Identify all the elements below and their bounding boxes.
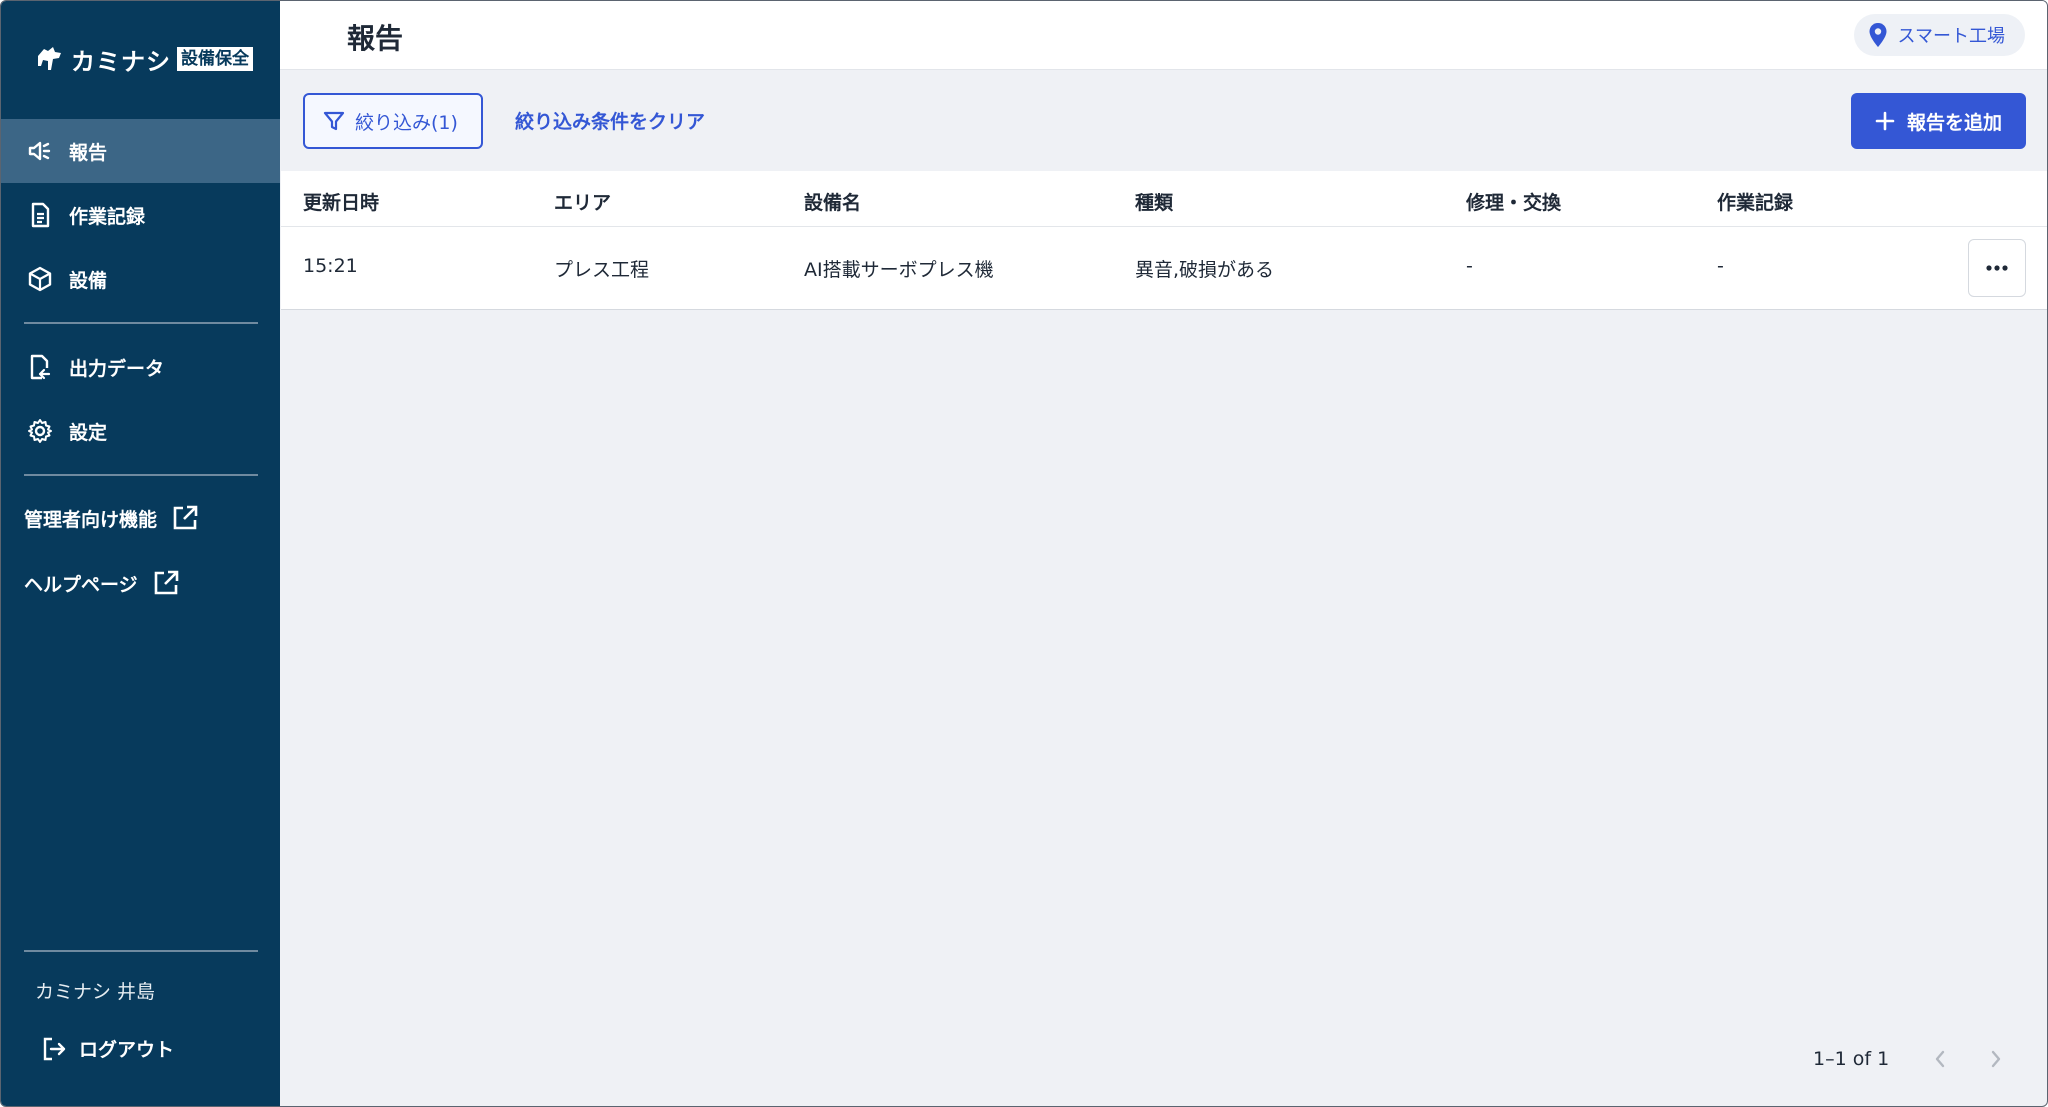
sidebar-item-equipment[interactable]: 設備 — [1, 247, 280, 311]
sidebar-divider — [24, 322, 258, 324]
previous-page-button[interactable] — [1926, 1045, 1954, 1073]
location-pin-icon — [1869, 23, 1887, 47]
external-link-icon — [173, 505, 198, 530]
filter-icon — [323, 111, 345, 131]
pagination-info: 1–1 of 1 — [1813, 1048, 1890, 1070]
more-horizontal-icon — [1986, 265, 2008, 271]
column-header-equipment-name[interactable]: 設備名 — [804, 188, 861, 215]
add-report-button-label: 報告を追加 — [1906, 111, 2002, 134]
current-user-name: カミナシ 井島 — [35, 981, 156, 1003]
sidebar-item-work-records[interactable]: 作業記録 — [1, 183, 280, 247]
location-selector[interactable]: スマート工場 — [1853, 14, 2025, 56]
cell-updated-at: 15:21 — [303, 255, 358, 277]
column-header-type[interactable]: 種類 — [1135, 188, 1173, 215]
filter-button[interactable]: 絞り込み(1) — [303, 93, 483, 149]
location-label: スマート工場 — [1897, 26, 2005, 47]
file-export-icon — [30, 354, 51, 380]
sidebar-item-settings[interactable]: 設定 — [1, 399, 280, 463]
filter-button-label: 絞り込み(1) — [355, 111, 458, 134]
logout-label: ログアウト — [79, 1039, 175, 1061]
brand-name: カミナシ — [71, 47, 171, 76]
page-title: 報告 — [347, 22, 404, 55]
chevron-left-icon — [1935, 1050, 1945, 1068]
column-header-area[interactable]: エリア — [554, 188, 611, 215]
cell-area: プレス工程 — [554, 259, 650, 281]
sidebar-link-label: 管理者向け機能 — [24, 508, 158, 531]
logout-button[interactable]: ログアウト — [41, 1035, 174, 1062]
table-header-row: 更新日時 エリア 設備名 種類 修理・交換 作業記録 — [281, 171, 2047, 227]
reports-table: 更新日時 エリア 設備名 種類 修理・交換 作業記録 15:21 プレス工程 A… — [281, 171, 2047, 310]
cell-equipment-name: AI搭載サーボプレス機 — [804, 259, 994, 281]
document-icon — [31, 202, 50, 228]
column-header-updated-at[interactable]: 更新日時 — [303, 188, 379, 215]
sidebar-item-label: 設備 — [69, 269, 108, 292]
sidebar-item-label: 作業記録 — [69, 205, 146, 228]
next-page-button[interactable] — [1982, 1045, 2010, 1073]
top-header: 報告 スマート工場 — [280, 1, 2047, 70]
horse-logo-icon — [38, 47, 61, 70]
cell-type: 異音,破損がある — [1135, 259, 1275, 281]
sidebar-item-export-data[interactable]: 出力データ — [1, 335, 280, 399]
sidebar-link-help-page[interactable]: ヘルプページ — [24, 569, 180, 597]
sidebar-link-admin-features[interactable]: 管理者向け機能 — [24, 504, 199, 532]
sidebar-item-reports[interactable]: 報告 — [1, 119, 280, 183]
plus-icon — [1875, 111, 1895, 131]
sidebar-divider — [24, 474, 258, 476]
cell-work-record: - — [1717, 255, 1724, 277]
app-window: カミナシ 設備保全 報告 作業記録 設備 出力データ 設定 管理者向け機能 ヘル… — [0, 0, 2048, 1107]
gear-icon — [28, 419, 52, 443]
row-more-actions-button[interactable] — [1968, 239, 2026, 297]
column-header-work-record[interactable]: 作業記録 — [1717, 188, 1793, 215]
megaphone-icon — [28, 141, 51, 161]
logout-icon — [43, 1037, 66, 1060]
sidebar-item-label: 設定 — [69, 421, 108, 444]
brand-logo[interactable]: カミナシ 設備保全 — [35, 41, 253, 77]
cell-repair-replace: - — [1466, 255, 1473, 277]
sidebar-item-label: 出力データ — [69, 357, 165, 380]
external-link-icon — [154, 570, 178, 595]
cube-icon — [28, 266, 52, 292]
sidebar-link-label: ヘルプページ — [24, 573, 138, 596]
brand-product-tag: 設備保全 — [177, 47, 253, 71]
sidebar-item-label: 報告 — [69, 141, 108, 164]
sidebar: カミナシ 設備保全 報告 作業記録 設備 出力データ 設定 管理者向け機能 ヘル… — [1, 1, 280, 1106]
chevron-right-icon — [1991, 1050, 2001, 1068]
column-header-repair-replace[interactable]: 修理・交換 — [1466, 188, 1561, 215]
add-report-button[interactable]: 報告を追加 — [1851, 93, 2026, 149]
table-row[interactable]: 15:21 プレス工程 AI搭載サーボプレス機 異音,破損がある - - — [281, 227, 2047, 309]
clear-filters-link[interactable]: 絞り込み条件をクリア — [515, 107, 705, 134]
sidebar-divider — [24, 950, 258, 952]
